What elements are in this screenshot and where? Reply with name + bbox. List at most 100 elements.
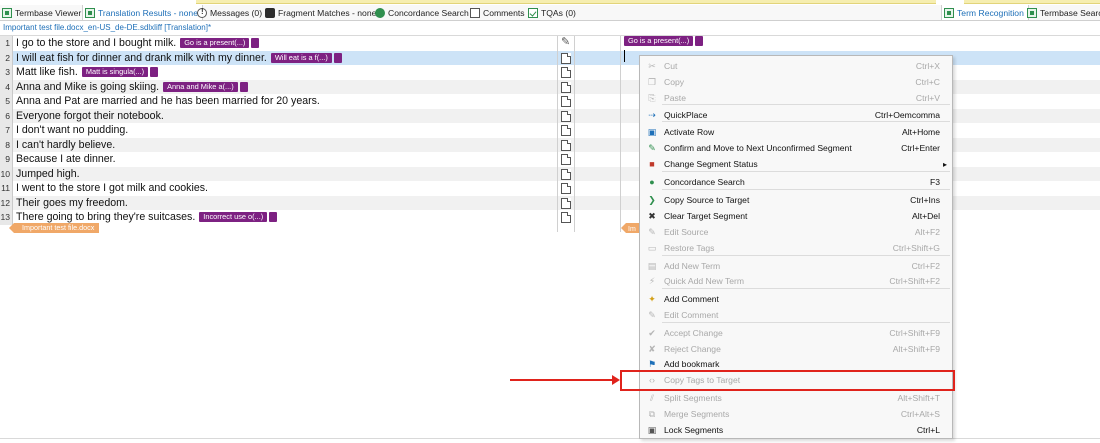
comment-tag-end[interactable] [150, 67, 159, 78]
target-tag-end[interactable] [695, 36, 704, 46]
clear-target-icon: ✖ [648, 211, 656, 221]
segment-number[interactable]: 5 [0, 94, 13, 109]
source-segment[interactable]: I go to the store and I bought milk. Go i… [16, 36, 260, 51]
tab-termbase-viewer[interactable]: Termbase Viewer [2, 5, 81, 20]
menu-item-label: Lock Segments [664, 425, 724, 435]
menu-item-label: Merge Segments [664, 409, 730, 419]
bookmark-icon: ⚑ [647, 359, 657, 369]
term-recognition-icon [944, 7, 954, 18]
menu-item-reject-change[interactable]: ✘ Reject Change Alt+Shift+F9 [640, 341, 952, 357]
copy-icon: ❐ [647, 77, 657, 87]
comment-tag[interactable]: Anna and Mike a(...) [163, 81, 238, 92]
menu-item-label: Edit Comment [664, 310, 719, 320]
edit-comment-icon: ✎ [648, 310, 656, 320]
menu-item-cut[interactable]: ✂ Cut Ctrl+X [640, 58, 952, 74]
menu-item-copy-source-to-target[interactable]: ❯ Copy Source to Target Ctrl+Ins [640, 192, 952, 208]
source-segment[interactable]: I will eat fish for dinner and drank mil… [16, 51, 342, 66]
segment-number[interactable]: 12 [0, 195, 13, 210]
comment-tag-end[interactable] [269, 212, 278, 223]
copy-source-icon: ❯ [648, 195, 656, 205]
menu-item-split-segments[interactable]: ⫽ Split Segments Alt+Shift+T [640, 390, 952, 406]
menu-item-add-new-term[interactable]: ▤ Add New Term Ctrl+F2 [640, 258, 952, 274]
menu-item-accept-change[interactable]: ✔ Accept Change Ctrl+Shift+F9 [640, 325, 952, 341]
segment-number[interactable]: 8 [0, 137, 13, 152]
menu-item-shortcut: F3 [929, 177, 940, 187]
tab-translation-results[interactable]: Translation Results - none [82, 5, 203, 20]
menu-item-confirm-and-move-to-next-unconfirmed-segment[interactable]: ✎ Confirm and Move to Next Unconfirmed Se… [640, 140, 952, 156]
menu-item-change-segment-status[interactable]: ■ Change Segment Status ▸ [640, 156, 952, 172]
source-segment[interactable]: Because I ate dinner. [16, 152, 116, 167]
tab-tqas[interactable]: TQAs (0) [528, 5, 576, 20]
menu-item-edit-source[interactable]: ✎ Edit Source Alt+F2 [640, 224, 952, 240]
segment-number[interactable]: 11 [0, 181, 13, 196]
tab-concordance-search[interactable]: Concordance Search [375, 5, 469, 20]
segment-number[interactable]: 7 [0, 123, 13, 138]
tab-term-recognition[interactable]: Term Recognition [941, 5, 1029, 20]
menu-item-label: Activate Row [664, 127, 715, 137]
menu-item-label: Reject Change [664, 344, 721, 354]
source-segment[interactable]: Anna and Pat are married and he has been… [16, 94, 320, 109]
source-segment[interactable]: Jumped high. [16, 167, 80, 182]
segment-row[interactable]: 1I go to the store and I bought milk. Go … [0, 36, 1100, 51]
source-segment[interactable]: Matt like fish. Matt is singula(...) [16, 65, 159, 80]
segment-status-icon [561, 96, 571, 107]
source-segment[interactable]: Their goes my freedom. [16, 196, 128, 211]
segment-number[interactable]: 6 [0, 108, 13, 123]
menu-item-label: Split Segments [664, 393, 722, 403]
menu-item-lock-segments[interactable]: ▣ Lock Segments Ctrl+L [640, 422, 952, 438]
tab-comments[interactable]: Comments [470, 5, 525, 20]
target-column-divider [620, 36, 621, 232]
comment-tag[interactable]: Will eat is a f(...) [270, 52, 332, 63]
tab-fragment-matches[interactable]: Fragment Matches - none [265, 5, 376, 20]
source-text: Matt like fish. [16, 66, 78, 78]
menu-item-paste[interactable]: ⎘ Paste Ctrl+V [640, 90, 952, 106]
menu-item-shortcut: Ctrl+Alt+S [900, 409, 940, 419]
segment-number[interactable]: 9 [0, 152, 13, 167]
tab-messages[interactable]: Messages (0) [197, 5, 262, 20]
tab-termbase-search[interactable]: Termbase Search [1027, 5, 1100, 20]
source-segment[interactable]: I can't hardly believe. [16, 138, 115, 153]
menu-item-clear-target-segment[interactable]: ✖ Clear Target Segment Alt+Del [640, 208, 952, 224]
menu-item-quick-add-new-term[interactable]: ⚡ Quick Add New Term Ctrl+Shift+F2 [640, 273, 952, 289]
menu-item-quickplace[interactable]: ⇢ QuickPlace Ctrl+Oemcomma [640, 107, 952, 123]
document-tab[interactable]: Important test file.docx_en-US_de-DE.sdl… [3, 23, 211, 35]
segment-number[interactable]: 1 [0, 36, 13, 51]
menu-item-label: Paste [664, 93, 686, 103]
submenu-arrow-icon: ▸ [942, 159, 947, 169]
menu-item-shortcut: Ctrl+Ins [910, 195, 940, 205]
segment-status-icon [561, 52, 571, 64]
source-segment[interactable]: Everyone forgot their notebook. [16, 109, 164, 124]
source-text: Anna and Pat are married and he has been… [16, 95, 320, 107]
comment-tag[interactable]: Incorrect use o(...) [199, 212, 268, 223]
menu-item-label: Quick Add New Term [664, 276, 745, 286]
comment-tag-end[interactable] [239, 81, 248, 92]
quick-add-term-icon: ⚡ [648, 276, 656, 286]
comment-tag-end[interactable] [333, 52, 342, 63]
segment-number[interactable]: 4 [0, 79, 13, 94]
menu-item-label: Copy [664, 77, 685, 87]
menu-item-shortcut: Alt+Del [912, 211, 940, 221]
segment-number[interactable]: 10 [0, 166, 13, 181]
source-text: Because I ate dinner. [16, 153, 116, 165]
source-text: I can't hardly believe. [16, 138, 116, 151]
menu-item-label: QuickPlace [664, 110, 708, 120]
menu-item-concordance-search[interactable]: ● Concordance Search F3 [640, 174, 952, 190]
menu-item-restore-tags[interactable]: ▭ Restore Tags Ctrl+Shift+G [640, 240, 952, 256]
menu-item-copy[interactable]: ❐ Copy Ctrl+C [640, 74, 952, 90]
menu-item-add-comment[interactable]: ✦ Add Comment [640, 291, 952, 307]
segment-number[interactable]: 3 [0, 65, 13, 80]
segment-number[interactable]: 2 [0, 50, 13, 65]
source-segment[interactable]: Anna and Mike is going skiing. Anna and M… [16, 80, 248, 95]
source-segment[interactable]: I went to the store I got milk and cooki… [16, 181, 208, 196]
target-tag[interactable]: Go is a present(...) [624, 36, 694, 46]
menu-item-shortcut: Ctrl+Shift+F9 [889, 328, 940, 338]
menu-item-activate-row[interactable]: ▣ Activate Row Alt+Home [640, 124, 952, 140]
menu-item-shortcut: Ctrl+Enter [901, 143, 940, 153]
source-segment[interactable]: I don't want no pudding. [16, 123, 128, 138]
menu-item-merge-segments[interactable]: ⧉ Merge Segments Ctrl+Alt+S [640, 406, 952, 422]
menu-item-edit-comment[interactable]: ✎ Edit Comment [640, 307, 952, 323]
comment-tag-end[interactable] [251, 38, 260, 49]
segment-status-icon [561, 139, 571, 151]
comment-tag[interactable]: Matt is singula(...) [81, 67, 149, 78]
comment-tag[interactable]: Go is a present(...) [180, 38, 250, 49]
